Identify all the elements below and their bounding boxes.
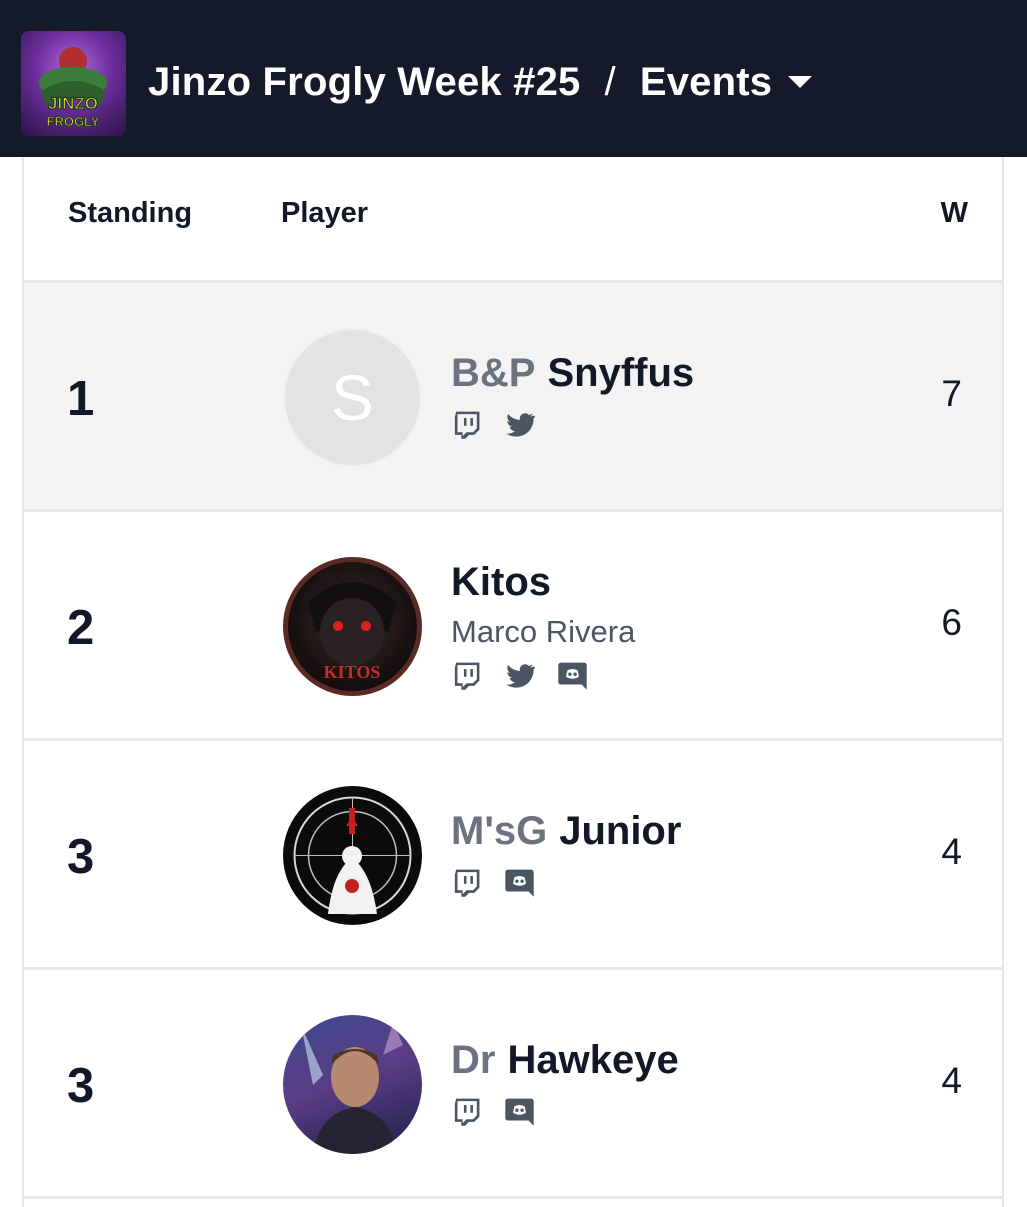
twitch-icon[interactable] (451, 867, 482, 898)
player-prefix: M'sG (451, 809, 548, 853)
avatar[interactable]: KITOS (283, 557, 422, 696)
twitter-icon[interactable] (504, 409, 535, 440)
column-standing[interactable]: Standing (68, 197, 192, 230)
avatar-initial: S (331, 361, 374, 434)
standings-table: Standing Player W 1 S B&P Snyffus 7 2 KIT… (22, 157, 1004, 1207)
column-wins[interactable]: W (941, 197, 968, 230)
discord-icon[interactable] (557, 660, 588, 691)
twitch-icon[interactable] (451, 1096, 482, 1127)
discord-icon[interactable] (504, 867, 535, 898)
player-name[interactable]: B&P Snyffus (451, 351, 694, 396)
discord-icon[interactable] (504, 1096, 535, 1127)
wins-value: 6 (941, 602, 962, 643)
standing-value: 3 (67, 830, 95, 884)
standing-value: 2 (67, 601, 95, 655)
player-name[interactable]: Dr Hawkeye (451, 1038, 679, 1083)
chevron-down-icon[interactable] (788, 76, 813, 88)
twitter-icon[interactable] (504, 660, 535, 691)
player-name[interactable]: M'sG Junior (451, 809, 681, 854)
top-bar: JINZO FROGLY Jinzo Frogly Week #25 / Eve… (0, 0, 1027, 157)
player-gamertag: Hawkeye (507, 1038, 679, 1082)
social-links (451, 867, 535, 898)
standing-value: 3 (67, 1059, 95, 1113)
table-row[interactable]: 3 Dr Hawkeye 4 (24, 970, 1002, 1199)
social-links (451, 409, 535, 440)
table-row[interactable]: 3 M'sG Junior 4 (24, 741, 1002, 970)
avatar[interactable]: S (283, 328, 422, 467)
event-logo[interactable]: JINZO FROGLY (21, 31, 126, 136)
social-links (451, 660, 588, 691)
table-row[interactable]: 2 KITOS Kitos Marco Rivera 6 (24, 512, 1002, 741)
player-real-name: Marco Rivera (451, 614, 636, 649)
avatar[interactable] (283, 1015, 422, 1154)
breadcrumb: Jinzo Frogly Week #25 / Events (148, 56, 813, 108)
twitch-icon[interactable] (451, 660, 482, 691)
wins-value: 7 (941, 373, 962, 414)
player-name[interactable]: Kitos (451, 560, 551, 605)
event-title-link[interactable]: Jinzo Frogly Week #25 (148, 60, 581, 105)
player-gamertag: Junior (559, 809, 682, 853)
player-gamertag: Snyffus (547, 351, 695, 395)
player-gamertag: Kitos (451, 560, 551, 604)
standing-value: 1 (67, 372, 95, 426)
column-player[interactable]: Player (281, 197, 368, 230)
wins-value: 4 (941, 1060, 962, 1101)
logo-text-1: JINZO (48, 94, 98, 113)
wins-value: 4 (941, 831, 962, 872)
twitch-icon[interactable] (451, 409, 482, 440)
avatar-text: KITOS (324, 662, 381, 682)
events-dropdown[interactable]: Events (640, 60, 772, 105)
logo-text-2: FROGLY (47, 114, 100, 129)
breadcrumb-separator: / (604, 59, 616, 104)
table-row[interactable]: 1 S B&P Snyffus 7 (24, 283, 1002, 512)
social-links (451, 1096, 535, 1127)
player-prefix: B&P (451, 351, 536, 395)
player-prefix: Dr (451, 1038, 496, 1082)
avatar[interactable] (283, 786, 422, 925)
table-header: Standing Player W (24, 157, 1002, 283)
